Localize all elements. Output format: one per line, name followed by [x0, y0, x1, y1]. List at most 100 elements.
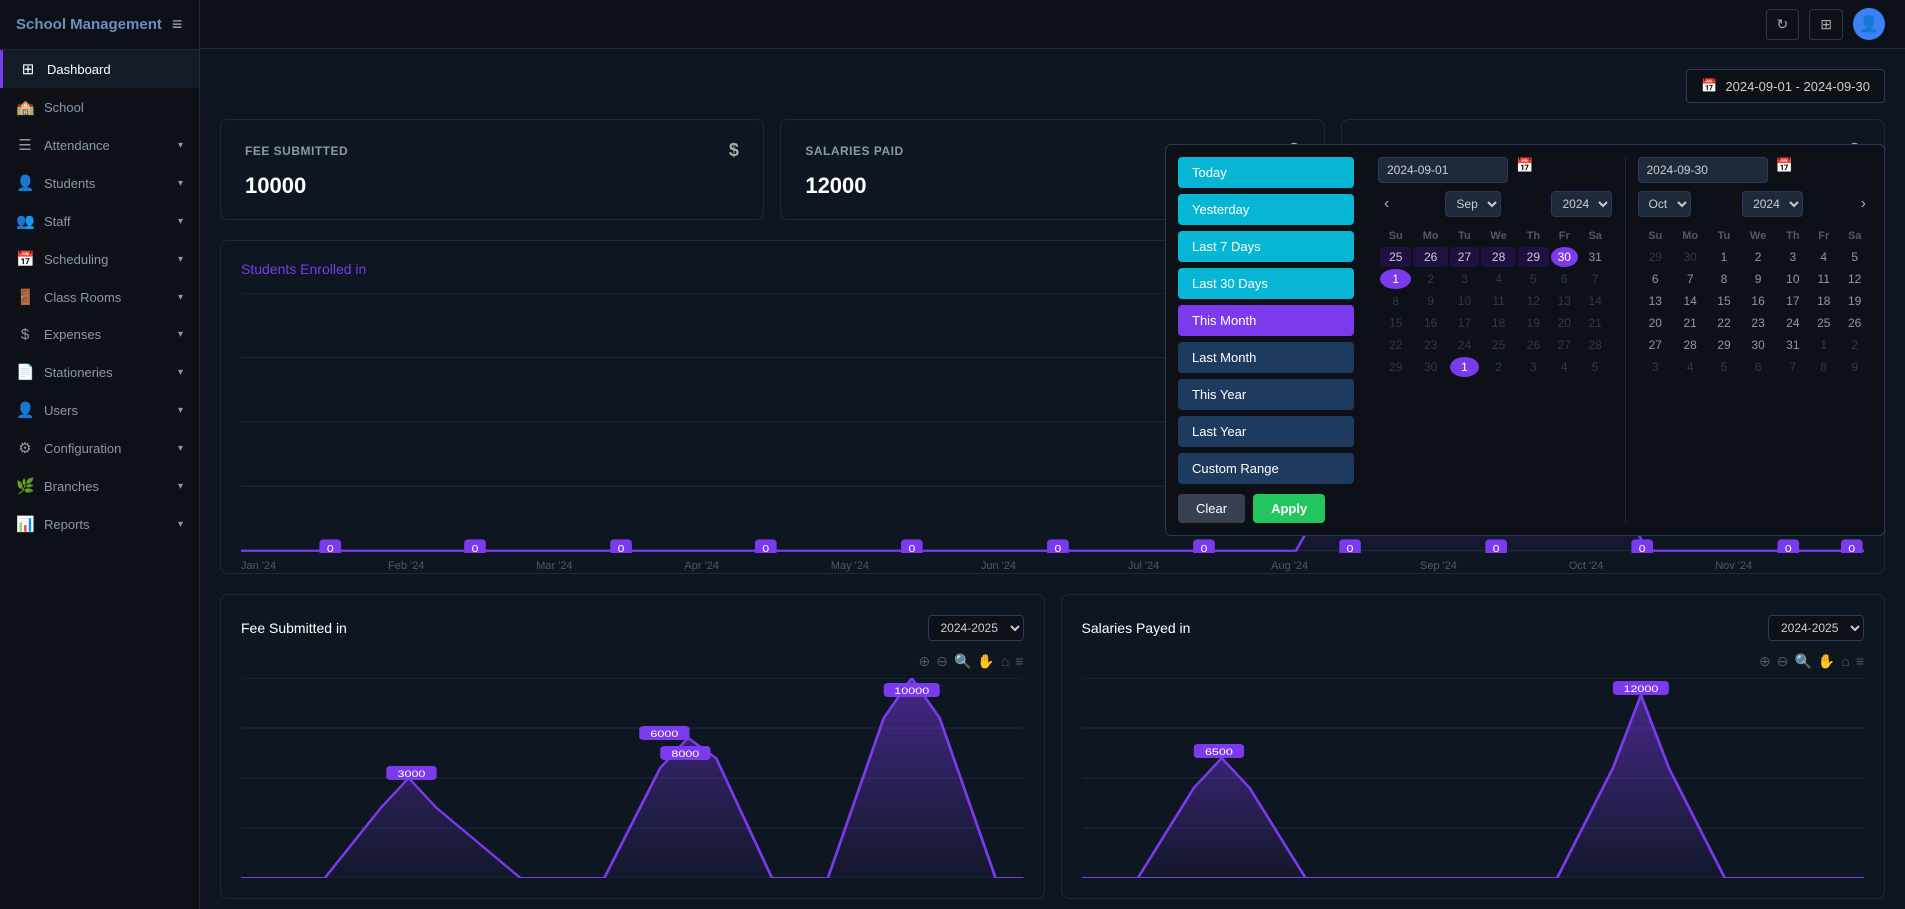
calendar-day[interactable]: 7: [1673, 269, 1707, 289]
calendar-day[interactable]: 12: [1839, 269, 1870, 289]
calendar-day[interactable]: 20: [1640, 313, 1671, 333]
sidebar-item-reports[interactable]: 📊 Reports ▾: [0, 505, 199, 543]
calendar-day[interactable]: 3: [1450, 269, 1479, 289]
calendar-day[interactable]: 3: [1518, 357, 1549, 377]
start-date-input[interactable]: [1378, 157, 1508, 183]
calendar-day[interactable]: 21: [1580, 313, 1611, 333]
sidebar-item-scheduling[interactable]: 📅 Scheduling ▾: [0, 240, 199, 278]
calendar-day[interactable]: 25: [1380, 247, 1411, 267]
sal-home[interactable]: ⌂: [1841, 653, 1849, 670]
calendar-day[interactable]: 7: [1778, 357, 1809, 377]
calendar-day[interactable]: 6: [1741, 357, 1776, 377]
sidebar-item-stationeries[interactable]: 📄 Stationeries ▾: [0, 353, 199, 391]
calendar-day[interactable]: 28: [1481, 247, 1516, 267]
sidebar-item-staff[interactable]: 👥 Staff ▾: [0, 202, 199, 240]
calendar-day[interactable]: 6: [1551, 269, 1578, 289]
calendar-day[interactable]: 25: [1481, 335, 1516, 355]
calendar-day[interactable]: 4: [1481, 269, 1516, 289]
calendar-day[interactable]: 11: [1481, 291, 1516, 311]
sidebar-item-branches[interactable]: 🌿 Branches ▾: [0, 467, 199, 505]
calendar-day[interactable]: 9: [1741, 269, 1776, 289]
calendar-day[interactable]: 31: [1778, 335, 1809, 355]
calendar-day[interactable]: 15: [1380, 313, 1411, 333]
calendar-day[interactable]: 27: [1640, 335, 1671, 355]
sidebar-item-students[interactable]: 👤 Students ▾: [0, 164, 199, 202]
calendar-day[interactable]: 5: [1518, 269, 1549, 289]
calendar-day[interactable]: 13: [1551, 291, 1578, 311]
calendar-day[interactable]: 10: [1778, 269, 1809, 289]
calendar-day[interactable]: 30: [1741, 335, 1776, 355]
preset-custom-range[interactable]: Custom Range: [1178, 453, 1354, 484]
date-range-picker[interactable]: 📅 2024-09-01 - 2024-09-30: [1686, 69, 1885, 103]
left-cal-prev[interactable]: ‹: [1378, 193, 1395, 215]
calendar-day[interactable]: 12: [1518, 291, 1549, 311]
hamburger-icon[interactable]: ≡: [172, 14, 183, 35]
fee-search[interactable]: 🔍: [954, 653, 971, 670]
sal-zoom-out[interactable]: ⊖: [1777, 653, 1789, 670]
calendar-day[interactable]: 9: [1413, 291, 1447, 311]
preset-last7days[interactable]: Last 7 Days: [1178, 231, 1354, 262]
calendar-day[interactable]: 19: [1518, 313, 1549, 333]
calendar-day[interactable]: 3: [1778, 247, 1809, 267]
calendar-day[interactable]: 2: [1413, 269, 1447, 289]
calendar-day[interactable]: 27: [1450, 247, 1479, 267]
calendar-day[interactable]: 25: [1810, 313, 1837, 333]
sal-zoom-in[interactable]: ⊕: [1759, 653, 1771, 670]
preset-last30days[interactable]: Last 30 Days: [1178, 268, 1354, 299]
calendar-day[interactable]: 10: [1450, 291, 1479, 311]
calendar-day[interactable]: 29: [1380, 357, 1411, 377]
calendar-day[interactable]: 4: [1810, 247, 1837, 267]
calendar-day[interactable]: 27: [1551, 335, 1578, 355]
calendar-day[interactable]: 30: [1551, 247, 1578, 267]
calendar-day[interactable]: 5: [1580, 357, 1611, 377]
calendar-day[interactable]: 1: [1810, 335, 1837, 355]
avatar[interactable]: 👤: [1853, 8, 1885, 40]
grid-button[interactable]: ⊞: [1809, 9, 1843, 40]
calendar-day[interactable]: 16: [1413, 313, 1447, 333]
calendar-day[interactable]: 29: [1709, 335, 1738, 355]
sidebar-item-school[interactable]: 🏫 School: [0, 88, 199, 126]
calendar-day[interactable]: 29: [1640, 247, 1671, 267]
sidebar-item-configuration[interactable]: ⚙ Configuration ▾: [0, 429, 199, 467]
calendar-day[interactable]: 7: [1580, 269, 1611, 289]
calendar-day[interactable]: 26: [1518, 335, 1549, 355]
calendar-day[interactable]: 1: [1450, 357, 1479, 377]
calendar-day[interactable]: 17: [1450, 313, 1479, 333]
preset-last-month[interactable]: Last Month: [1178, 342, 1354, 373]
calendar-day[interactable]: 18: [1481, 313, 1516, 333]
calendar-day[interactable]: 23: [1741, 313, 1776, 333]
calendar-day[interactable]: 4: [1673, 357, 1707, 377]
calendar-day[interactable]: 30: [1673, 247, 1707, 267]
calendar-day[interactable]: 5: [1839, 247, 1870, 267]
calendar-day[interactable]: 8: [1709, 269, 1738, 289]
right-month-select[interactable]: Oct: [1638, 191, 1691, 217]
calendar-day[interactable]: 8: [1810, 357, 1837, 377]
sal-pan[interactable]: ✋: [1818, 653, 1835, 670]
dd-apply-button[interactable]: Apply: [1253, 494, 1325, 523]
calendar-day[interactable]: 16: [1741, 291, 1776, 311]
left-year-select[interactable]: 2024: [1551, 191, 1612, 217]
dd-clear-button[interactable]: Clear: [1178, 494, 1245, 523]
sidebar-item-class-rooms[interactable]: 🚪 Class Rooms ▾: [0, 278, 199, 316]
calendar-day[interactable]: 8: [1380, 291, 1411, 311]
calendar-day[interactable]: 14: [1580, 291, 1611, 311]
calendar-day[interactable]: 1: [1709, 247, 1738, 267]
calendar-day[interactable]: 17: [1778, 291, 1809, 311]
preset-today[interactable]: Today: [1178, 157, 1354, 188]
calendar-day[interactable]: 22: [1709, 313, 1738, 333]
calendar-day[interactable]: 22: [1380, 335, 1411, 355]
left-month-select[interactable]: Sep: [1445, 191, 1501, 217]
calendar-day[interactable]: 1: [1380, 269, 1411, 289]
calendar-day[interactable]: 9: [1839, 357, 1870, 377]
calendar-day[interactable]: 4: [1551, 357, 1578, 377]
right-year-select[interactable]: 2024: [1742, 191, 1803, 217]
salaries-year-select[interactable]: 2024-2025 2023-2024: [1768, 615, 1864, 641]
preset-yesterday[interactable]: Yesterday: [1178, 194, 1354, 225]
preset-this-year[interactable]: This Year: [1178, 379, 1354, 410]
calendar-day[interactable]: 29: [1518, 247, 1549, 267]
fee-zoom-out[interactable]: ⊖: [936, 653, 948, 670]
calendar-day[interactable]: 21: [1673, 313, 1707, 333]
fee-zoom-in[interactable]: ⊕: [919, 653, 931, 670]
sidebar-item-dashboard[interactable]: ⊞ Dashboard: [0, 50, 199, 88]
right-cal-next[interactable]: ›: [1855, 193, 1872, 215]
